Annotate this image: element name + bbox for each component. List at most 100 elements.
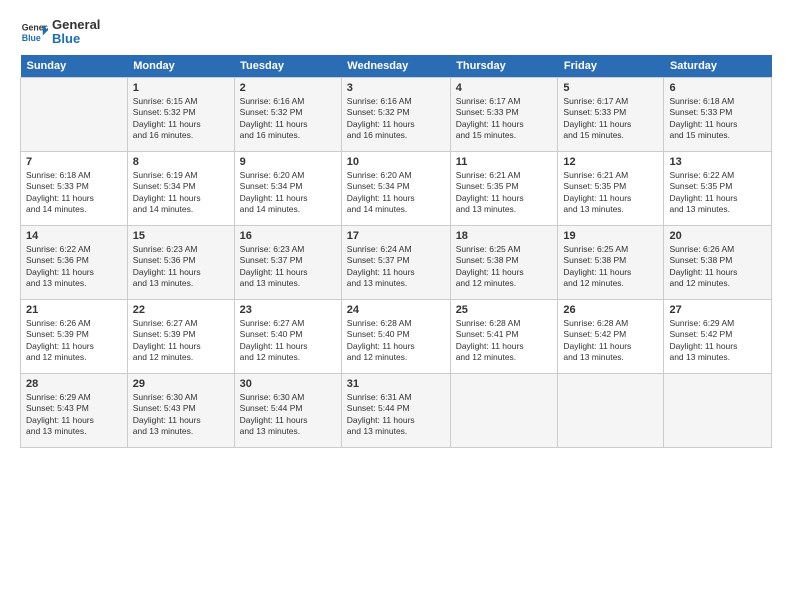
- day-cell: [450, 373, 558, 447]
- day-cell: 31Sunrise: 6:31 AM Sunset: 5:44 PM Dayli…: [341, 373, 450, 447]
- day-cell: 4 Sunrise: 6:17 AM Sunset: 5:33 PM Daylig…: [450, 77, 558, 151]
- calendar-table: SundayMondayTuesdayWednesdayThursdayFrid…: [20, 55, 772, 448]
- day-number: 3: [347, 82, 445, 94]
- day-cell: [21, 77, 128, 151]
- day-number: 30: [240, 378, 336, 390]
- day-cell: 1 Sunrise: 6:15 AM Sunset: 5:32 PM Daylig…: [127, 77, 234, 151]
- week-row-3: 14 Sunrise: 6:22 AM Sunset: 5:36 PM Dayli…: [21, 225, 772, 299]
- day-cell: 2 Sunrise: 6:16 AM Sunset: 5:32 PM Daylig…: [234, 77, 341, 151]
- day-number: 7: [26, 156, 122, 168]
- day-cell: 21 Sunrise: 6:26 AM Sunset: 5:39 PM Dayli…: [21, 299, 128, 373]
- week-row-2: 7 Sunrise: 6:18 AM Sunset: 5:33 PM Daylig…: [21, 151, 772, 225]
- day-number: 18: [456, 230, 553, 242]
- day-info: Sunrise: 6:20 AM Sunset: 5:34 PM Dayligh…: [240, 170, 336, 216]
- col-header-wednesday: Wednesday: [341, 55, 450, 78]
- day-info: Sunrise: 6:28 AM Sunset: 5:41 PM Dayligh…: [456, 318, 553, 364]
- logo: General Blue GeneralBlue: [20, 18, 100, 47]
- day-number: 9: [240, 156, 336, 168]
- day-cell: 16 Sunrise: 6:23 AM Sunset: 5:37 PM Dayli…: [234, 225, 341, 299]
- day-info: Sunrise: 6:22 AM Sunset: 5:35 PM Dayligh…: [669, 170, 766, 216]
- day-info: Sunrise: 6:31 AM Sunset: 5:44 PM Dayligh…: [347, 392, 445, 438]
- day-cell: 17 Sunrise: 6:24 AM Sunset: 5:37 PM Dayli…: [341, 225, 450, 299]
- day-number: 15: [133, 230, 229, 242]
- week-row-1: 1 Sunrise: 6:15 AM Sunset: 5:32 PM Daylig…: [21, 77, 772, 151]
- day-cell: 5 Sunrise: 6:17 AM Sunset: 5:33 PM Daylig…: [558, 77, 664, 151]
- day-number: 4: [456, 82, 553, 94]
- day-cell: 22 Sunrise: 6:27 AM Sunset: 5:39 PM Dayli…: [127, 299, 234, 373]
- day-number: 14: [26, 230, 122, 242]
- day-info: Sunrise: 6:25 AM Sunset: 5:38 PM Dayligh…: [563, 244, 658, 290]
- day-number: 21: [26, 304, 122, 316]
- day-cell: 6 Sunrise: 6:18 AM Sunset: 5:33 PM Daylig…: [664, 77, 772, 151]
- day-info: Sunrise: 6:23 AM Sunset: 5:37 PM Dayligh…: [240, 244, 336, 290]
- day-info: Sunrise: 6:26 AM Sunset: 5:39 PM Dayligh…: [26, 318, 122, 364]
- day-cell: 20Sunrise: 6:26 AM Sunset: 5:38 PM Dayli…: [664, 225, 772, 299]
- day-cell: 3 Sunrise: 6:16 AM Sunset: 5:32 PM Daylig…: [341, 77, 450, 151]
- day-info: Sunrise: 6:27 AM Sunset: 5:40 PM Dayligh…: [240, 318, 336, 364]
- day-number: 25: [456, 304, 553, 316]
- day-cell: 25 Sunrise: 6:28 AM Sunset: 5:41 PM Dayli…: [450, 299, 558, 373]
- day-number: 28: [26, 378, 122, 390]
- day-cell: 18 Sunrise: 6:25 AM Sunset: 5:38 PM Dayli…: [450, 225, 558, 299]
- day-number: 27: [669, 304, 766, 316]
- day-info: Sunrise: 6:21 AM Sunset: 5:35 PM Dayligh…: [456, 170, 553, 216]
- day-info: Sunrise: 6:30 AM Sunset: 5:43 PM Dayligh…: [133, 392, 229, 438]
- day-number: 22: [133, 304, 229, 316]
- day-number: 2: [240, 82, 336, 94]
- day-info: Sunrise: 6:30 AM Sunset: 5:44 PM Dayligh…: [240, 392, 336, 438]
- day-info: Sunrise: 6:16 AM Sunset: 5:32 PM Dayligh…: [347, 96, 445, 142]
- col-header-saturday: Saturday: [664, 55, 772, 78]
- day-info: Sunrise: 6:15 AM Sunset: 5:32 PM Dayligh…: [133, 96, 229, 142]
- day-info: Sunrise: 6:29 AM Sunset: 5:43 PM Dayligh…: [26, 392, 122, 438]
- header: General Blue GeneralBlue: [20, 18, 772, 47]
- day-number: 5: [563, 82, 658, 94]
- day-info: Sunrise: 6:17 AM Sunset: 5:33 PM Dayligh…: [563, 96, 658, 142]
- day-number: 13: [669, 156, 766, 168]
- header-row: SundayMondayTuesdayWednesdayThursdayFrid…: [21, 55, 772, 78]
- day-number: 6: [669, 82, 766, 94]
- day-number: 1: [133, 82, 229, 94]
- calendar-page: General Blue GeneralBlue SundayMondayTue…: [0, 0, 792, 612]
- day-cell: 8Sunrise: 6:19 AM Sunset: 5:34 PM Daylig…: [127, 151, 234, 225]
- day-cell: 24 Sunrise: 6:28 AM Sunset: 5:40 PM Dayli…: [341, 299, 450, 373]
- day-info: Sunrise: 6:21 AM Sunset: 5:35 PM Dayligh…: [563, 170, 658, 216]
- day-info: Sunrise: 6:18 AM Sunset: 5:33 PM Dayligh…: [669, 96, 766, 142]
- day-cell: 13 Sunrise: 6:22 AM Sunset: 5:35 PM Dayli…: [664, 151, 772, 225]
- logo-icon: General Blue: [20, 18, 48, 46]
- day-number: 12: [563, 156, 658, 168]
- day-info: Sunrise: 6:17 AM Sunset: 5:33 PM Dayligh…: [456, 96, 553, 142]
- col-header-thursday: Thursday: [450, 55, 558, 78]
- day-info: Sunrise: 6:23 AM Sunset: 5:36 PM Dayligh…: [133, 244, 229, 290]
- day-number: 11: [456, 156, 553, 168]
- svg-text:Blue: Blue: [22, 33, 41, 43]
- day-info: Sunrise: 6:20 AM Sunset: 5:34 PM Dayligh…: [347, 170, 445, 216]
- day-cell: 10Sunrise: 6:20 AM Sunset: 5:34 PM Dayli…: [341, 151, 450, 225]
- week-row-4: 21 Sunrise: 6:26 AM Sunset: 5:39 PM Dayli…: [21, 299, 772, 373]
- week-row-5: 28 Sunrise: 6:29 AM Sunset: 5:43 PM Dayli…: [21, 373, 772, 447]
- col-header-friday: Friday: [558, 55, 664, 78]
- day-number: 19: [563, 230, 658, 242]
- day-cell: 19 Sunrise: 6:25 AM Sunset: 5:38 PM Dayli…: [558, 225, 664, 299]
- day-info: Sunrise: 6:26 AM Sunset: 5:38 PM Dayligh…: [669, 244, 766, 290]
- day-number: 24: [347, 304, 445, 316]
- day-cell: 14 Sunrise: 6:22 AM Sunset: 5:36 PM Dayli…: [21, 225, 128, 299]
- day-number: 26: [563, 304, 658, 316]
- day-cell: 11 Sunrise: 6:21 AM Sunset: 5:35 PM Dayli…: [450, 151, 558, 225]
- day-info: Sunrise: 6:27 AM Sunset: 5:39 PM Dayligh…: [133, 318, 229, 364]
- logo-text: GeneralBlue: [52, 18, 100, 47]
- day-cell: 7 Sunrise: 6:18 AM Sunset: 5:33 PM Daylig…: [21, 151, 128, 225]
- day-info: Sunrise: 6:25 AM Sunset: 5:38 PM Dayligh…: [456, 244, 553, 290]
- day-number: 16: [240, 230, 336, 242]
- day-info: Sunrise: 6:19 AM Sunset: 5:34 PM Dayligh…: [133, 170, 229, 216]
- day-info: Sunrise: 6:18 AM Sunset: 5:33 PM Dayligh…: [26, 170, 122, 216]
- day-info: Sunrise: 6:28 AM Sunset: 5:42 PM Dayligh…: [563, 318, 658, 364]
- day-cell: 27Sunrise: 6:29 AM Sunset: 5:42 PM Dayli…: [664, 299, 772, 373]
- col-header-tuesday: Tuesday: [234, 55, 341, 78]
- day-cell: 23Sunrise: 6:27 AM Sunset: 5:40 PM Dayli…: [234, 299, 341, 373]
- day-number: 17: [347, 230, 445, 242]
- day-cell: [558, 373, 664, 447]
- day-info: Sunrise: 6:16 AM Sunset: 5:32 PM Dayligh…: [240, 96, 336, 142]
- day-info: Sunrise: 6:28 AM Sunset: 5:40 PM Dayligh…: [347, 318, 445, 364]
- day-info: Sunrise: 6:22 AM Sunset: 5:36 PM Dayligh…: [26, 244, 122, 290]
- day-info: Sunrise: 6:24 AM Sunset: 5:37 PM Dayligh…: [347, 244, 445, 290]
